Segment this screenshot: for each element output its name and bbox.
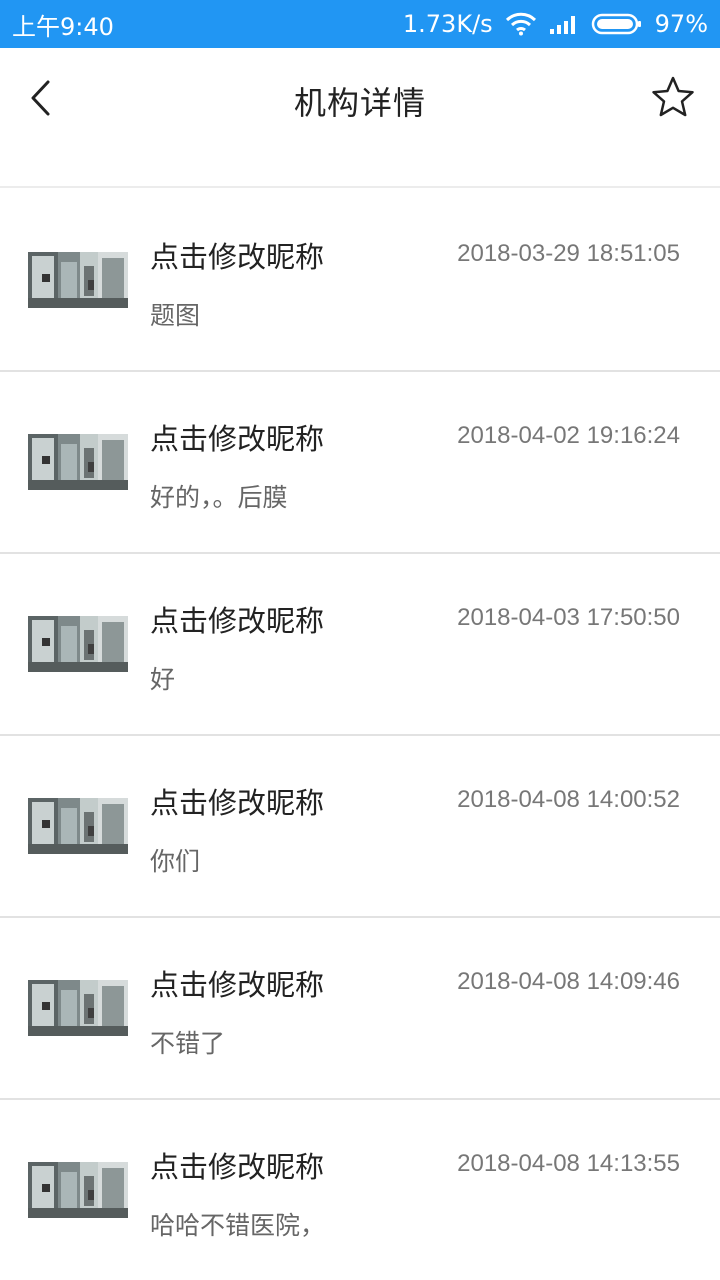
comment-row[interactable]: 点击修改昵称 2018-04-08 14:13:55 哈哈不错医院， xyxy=(0,1100,720,1280)
wifi-icon xyxy=(505,12,537,36)
battery-icon xyxy=(591,12,643,36)
status-right: 1.73K/s 97% xyxy=(403,10,708,38)
avatar[interactable] xyxy=(28,980,128,1036)
network-speed: 1.73K/s xyxy=(402,10,493,38)
comment-nickname: 点击修改昵称 xyxy=(150,422,325,456)
comment-text: 好 xyxy=(150,665,176,694)
comment-row[interactable]: 点击修改昵称 2018-04-08 14:09:46 不错了 xyxy=(0,918,720,1100)
battery-percent: 97% xyxy=(654,10,708,38)
comment-text: 不错了 xyxy=(150,1029,226,1058)
comment-text: 哈哈不错医院， xyxy=(150,1211,326,1240)
page-title: 机构详情 xyxy=(293,84,426,122)
app-header: 机构详情 xyxy=(0,48,720,152)
comment-list: 点击修改昵称 2018-03-29 18:51:05 题图 点击修改昵称 201… xyxy=(0,190,720,1280)
comment-nickname: 点击修改昵称 xyxy=(150,968,325,1002)
avatar[interactable] xyxy=(28,252,128,308)
comment-row[interactable]: 点击修改昵称 2018-04-03 17:50:50 好 xyxy=(0,554,720,736)
comment-text: 题图 xyxy=(150,301,201,330)
signal-icon xyxy=(549,13,579,35)
avatar[interactable] xyxy=(28,434,128,490)
comment-timestamp: 2018-04-03 17:50:50 xyxy=(457,604,680,631)
comment-text: 好的，。后膜 xyxy=(150,483,288,512)
comment-timestamp: 2018-04-02 19:16:24 xyxy=(457,422,680,449)
star-icon xyxy=(651,75,695,123)
avatar[interactable] xyxy=(28,1162,128,1218)
comment-row[interactable]: 点击修改昵称 2018-04-02 19:16:24 好的，。后膜 xyxy=(0,372,720,554)
comment-nickname: 点击修改昵称 xyxy=(150,240,325,274)
comment-timestamp: 2018-04-08 14:13:55 xyxy=(457,1150,680,1177)
status-bar: 上午9:40 1.73K/s 97% xyxy=(0,0,720,48)
comment-text: 你们 xyxy=(150,847,201,876)
comment-row[interactable]: 点击修改昵称 2018-04-08 14:00:52 你们 xyxy=(0,736,720,918)
comment-timestamp: 2018-03-29 18:51:05 xyxy=(457,240,680,267)
comment-timestamp: 2018-04-08 14:09:46 xyxy=(457,968,680,995)
avatar[interactable] xyxy=(28,798,128,854)
status-left: 上午9:40 xyxy=(12,7,114,42)
status-time: 上午9:40 xyxy=(12,12,114,41)
comment-row[interactable]: 点击修改昵称 2018-03-29 18:51:05 题图 xyxy=(0,190,720,372)
comment-nickname: 点击修改昵称 xyxy=(150,1150,325,1184)
avatar[interactable] xyxy=(28,616,128,672)
comment-timestamp: 2018-04-08 14:00:52 xyxy=(457,786,680,813)
comment-nickname: 点击修改昵称 xyxy=(150,786,325,820)
favorite-button[interactable] xyxy=(650,76,696,122)
header-divider xyxy=(0,152,720,188)
comment-nickname: 点击修改昵称 xyxy=(150,604,325,638)
